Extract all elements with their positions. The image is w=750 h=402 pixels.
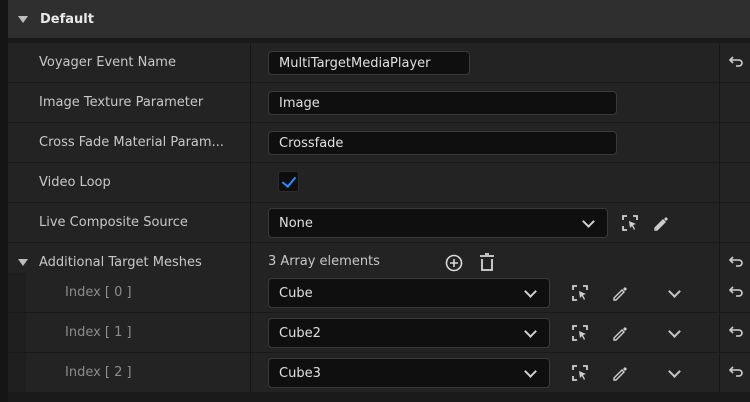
array-index-label: Index [ 1 ] bbox=[65, 325, 132, 340]
mesh-combo[interactable]: Cube3 bbox=[268, 358, 550, 388]
property-row-cross-fade-material-param: Cross Fade Material Param... Crossfade bbox=[8, 123, 750, 163]
combo-value: Cube3 bbox=[279, 365, 321, 381]
property-label: Live Composite Source bbox=[39, 215, 188, 230]
chevron-down-icon bbox=[524, 285, 537, 298]
chevron-down-icon bbox=[524, 325, 537, 338]
property-label: Video Loop bbox=[39, 175, 111, 190]
property-label: Image Texture Parameter bbox=[39, 95, 204, 110]
combo-value: Cube bbox=[279, 285, 313, 301]
reset-arrow-icon[interactable] bbox=[727, 364, 743, 380]
chevron-down-icon bbox=[582, 215, 595, 228]
array-item-row: Index [ 0 ] Cube bbox=[8, 273, 750, 313]
combo-value: None bbox=[279, 215, 313, 231]
category-header-default[interactable]: Default bbox=[8, 0, 750, 38]
array-item-row: Index [ 1 ] Cube2 bbox=[8, 313, 750, 353]
property-row-live-composite-source: Live Composite Source None bbox=[8, 203, 750, 243]
image-texture-parameter-input[interactable]: Image bbox=[268, 91, 617, 115]
browse-asset-icon[interactable] bbox=[620, 213, 640, 237]
voyager-event-name-input[interactable]: MultiTargetMediaPlayer bbox=[268, 51, 470, 75]
eyedropper-icon[interactable] bbox=[611, 363, 631, 387]
chevron-down-icon bbox=[524, 365, 537, 378]
property-row-video-loop: Video Loop bbox=[8, 163, 750, 203]
property-label: Cross Fade Material Param... bbox=[39, 135, 224, 150]
video-loop-checkbox[interactable] bbox=[278, 171, 299, 192]
reset-arrow-icon[interactable] bbox=[727, 284, 743, 300]
browse-asset-icon[interactable] bbox=[570, 323, 590, 347]
browse-asset-icon[interactable] bbox=[570, 283, 590, 307]
chevron-down-icon[interactable] bbox=[668, 325, 681, 338]
reset-arrow-icon[interactable] bbox=[727, 324, 743, 340]
details-panel: Default Voyager Event Name MultiTargetMe… bbox=[8, 0, 750, 402]
combo-value: Cube2 bbox=[279, 325, 321, 341]
property-label: Voyager Event Name bbox=[39, 55, 176, 70]
live-composite-source-combo[interactable]: None bbox=[268, 208, 608, 238]
eyedropper-icon[interactable] bbox=[611, 283, 631, 307]
property-row-voyager-event-name: Voyager Event Name MultiTargetMediaPlaye… bbox=[8, 43, 750, 83]
array-index-label: Index [ 2 ] bbox=[65, 365, 132, 380]
browse-asset-icon[interactable] bbox=[570, 363, 590, 387]
chevron-down-icon[interactable] bbox=[668, 365, 681, 378]
collapse-arrow-icon[interactable] bbox=[18, 15, 28, 23]
eyedropper-icon[interactable] bbox=[611, 323, 631, 347]
category-title: Default bbox=[40, 11, 94, 27]
eyedropper-icon[interactable] bbox=[652, 213, 672, 237]
reset-arrow-icon[interactable] bbox=[727, 254, 743, 270]
cross-fade-material-param-input[interactable]: Crossfade bbox=[268, 131, 617, 155]
chevron-down-icon[interactable] bbox=[668, 285, 681, 298]
mesh-combo[interactable]: Cube2 bbox=[268, 318, 550, 348]
property-row-image-texture-parameter: Image Texture Parameter Image bbox=[8, 83, 750, 123]
checkmark-icon bbox=[281, 172, 297, 189]
array-count: 3 Array elements bbox=[268, 254, 380, 269]
array-index-label: Index [ 0 ] bbox=[65, 285, 132, 300]
mesh-combo[interactable]: Cube bbox=[268, 278, 550, 308]
array-item-row: Index [ 2 ] Cube3 bbox=[8, 353, 750, 393]
reset-arrow-icon[interactable] bbox=[727, 54, 743, 70]
